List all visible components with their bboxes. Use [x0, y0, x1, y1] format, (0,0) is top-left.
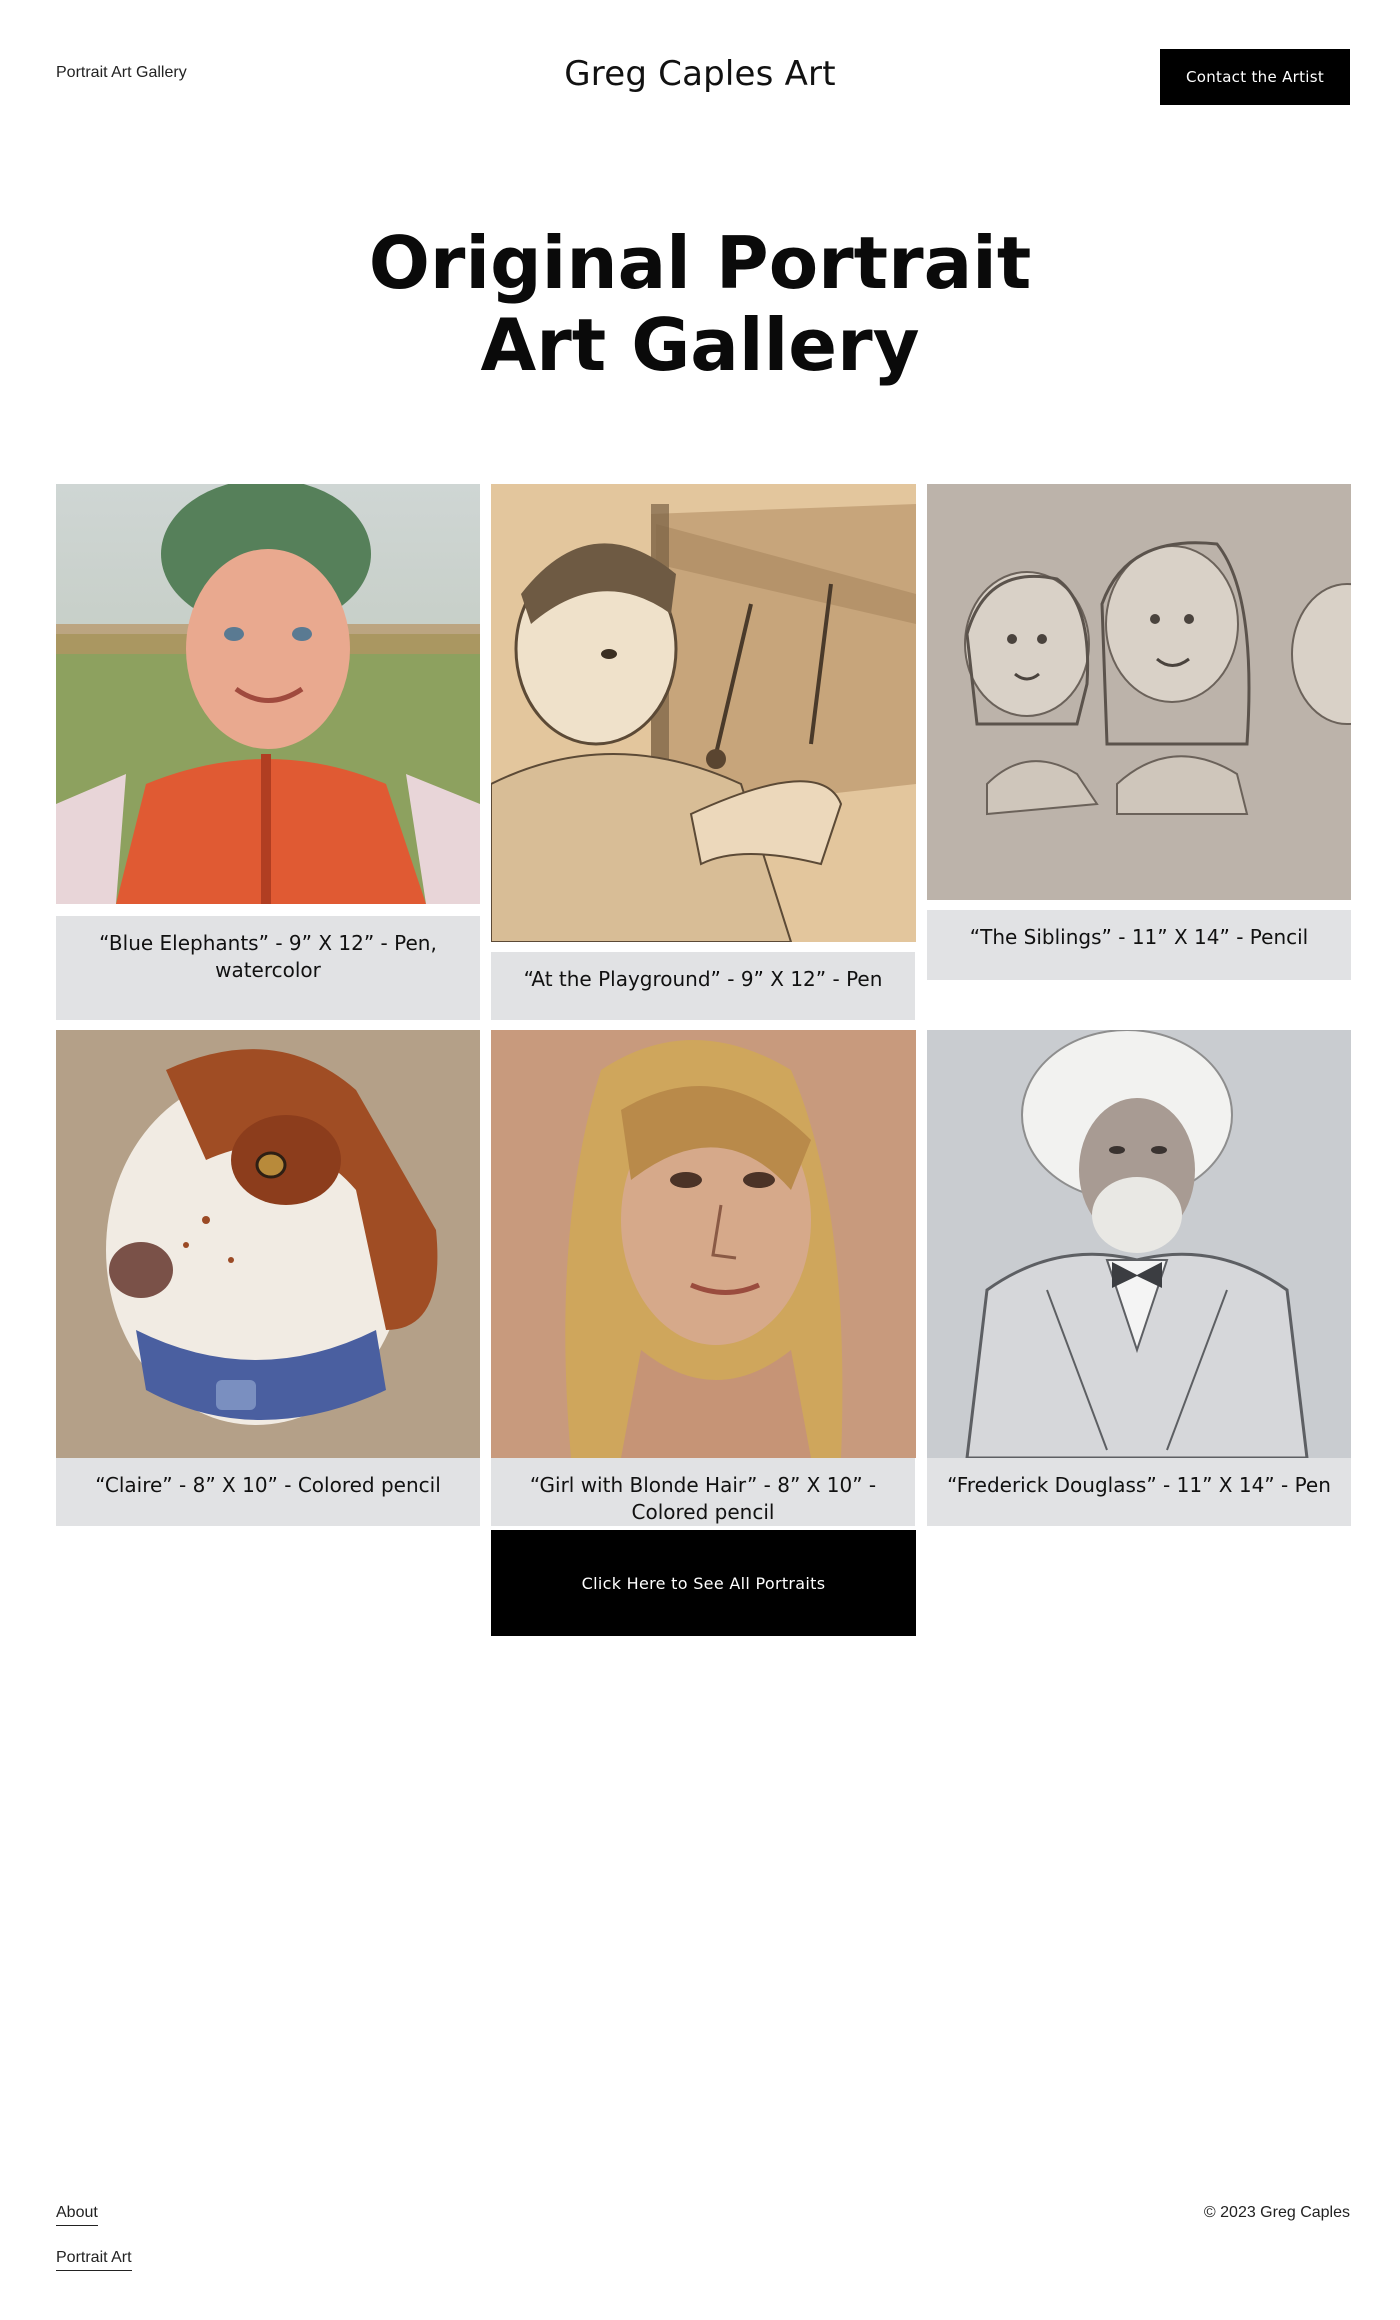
- page-title-line-1: Original Portrait: [368, 221, 1032, 305]
- page-title-line-2: Art Gallery: [480, 303, 920, 387]
- gallery-item[interactable]: “Girl with Blonde Hair” - 8” X 10” - Col…: [491, 1030, 916, 1526]
- footer-link-about[interactable]: About: [56, 2204, 98, 2226]
- copyright-text: © 2023 Greg Caples: [1203, 2204, 1350, 2221]
- portrait-caption: “At the Playground” - 9” X 12” - Pen: [491, 952, 915, 1020]
- contact-artist-button[interactable]: Contact the Artist: [1160, 49, 1350, 105]
- portrait-caption: “Blue Elephants” - 9” X 12” - Pen, water…: [56, 916, 480, 1020]
- portrait-image[interactable]: [491, 484, 916, 942]
- portrait-image[interactable]: [927, 484, 1351, 900]
- portrait-image[interactable]: [491, 1030, 916, 1458]
- footer-link-portrait-art[interactable]: Portrait Art: [56, 2249, 132, 2271]
- page-title: Original Portrait Art Gallery: [0, 222, 1400, 386]
- site-header: Portrait Art Gallery Greg Caples Art Con…: [0, 0, 1400, 152]
- gallery-item[interactable]: “Blue Elephants” - 9” X 12” - Pen, water…: [56, 484, 480, 1020]
- portrait-image[interactable]: [56, 1030, 480, 1458]
- gallery-item[interactable]: “At the Playground” - 9” X 12” - Pen: [491, 484, 916, 1020]
- gallery-item[interactable]: “The Siblings” - 11” X 14” - Pencil: [927, 484, 1351, 980]
- gallery-item[interactable]: “Claire” - 8” X 10” - Colored pencil: [56, 1030, 480, 1526]
- portrait-caption: “Claire” - 8” X 10” - Colored pencil: [56, 1458, 480, 1526]
- portrait-caption: “The Siblings” - 11” X 14” - Pencil: [927, 910, 1351, 980]
- portrait-image[interactable]: [56, 484, 480, 904]
- portrait-image[interactable]: [927, 1030, 1351, 1458]
- see-all-portraits-button[interactable]: Click Here to See All Portraits: [491, 1530, 916, 1636]
- gallery-item[interactable]: “Frederick Douglass” - 11” X 14” - Pen: [927, 1030, 1351, 1526]
- portrait-caption: “Frederick Douglass” - 11” X 14” - Pen: [927, 1458, 1351, 1526]
- portrait-caption: “Girl with Blonde Hair” - 8” X 10” - Col…: [491, 1458, 915, 1526]
